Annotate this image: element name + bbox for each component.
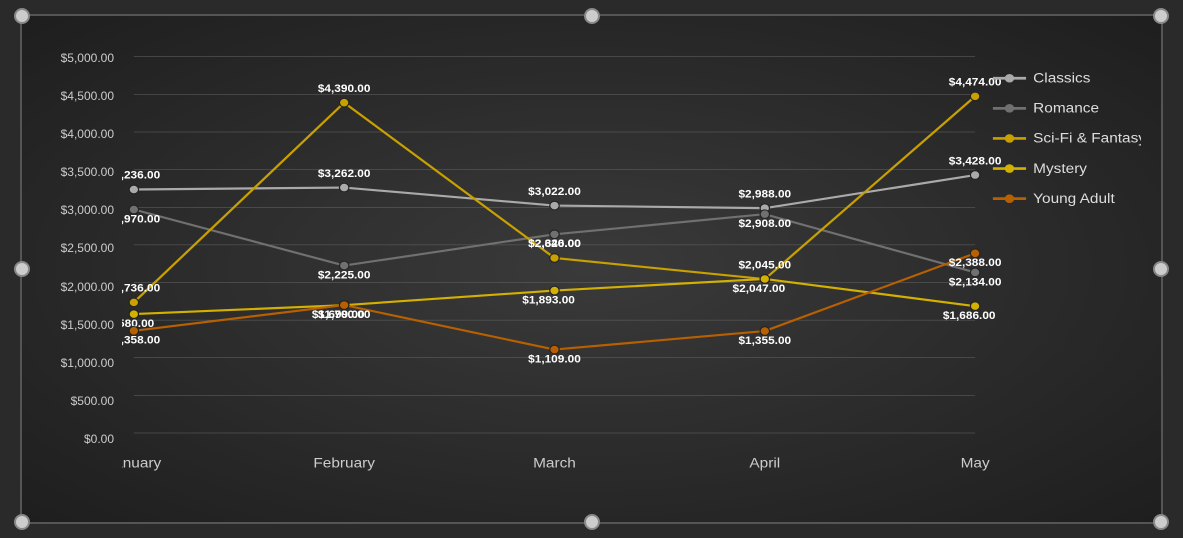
y-axis-label: $4,500.00 — [61, 89, 114, 103]
y-axis-label: $2,500.00 — [61, 241, 114, 255]
corner-mr — [1153, 261, 1169, 277]
svg-text:March: March — [533, 456, 576, 471]
y-axis-label: $5,000.00 — [61, 51, 114, 65]
svg-text:$1,109.00: $1,109.00 — [528, 354, 581, 365]
svg-text:$2,908.00: $2,908.00 — [738, 219, 791, 230]
svg-text:$2,326.00: $2,326.00 — [528, 239, 581, 250]
legend-label: Young Adult — [1033, 192, 1115, 207]
legend-label: Classics — [1033, 71, 1090, 86]
svg-text:$2,134.00: $2,134.00 — [949, 277, 1002, 288]
svg-text:$2,045.00: $2,045.00 — [738, 260, 791, 271]
svg-text:May: May — [961, 456, 991, 471]
corner-bm — [584, 514, 600, 530]
svg-text:$3,262.00: $3,262.00 — [318, 168, 371, 179]
corner-ml — [14, 261, 30, 277]
svg-text:$4,390.00: $4,390.00 — [318, 83, 371, 94]
svg-text:$3,022.00: $3,022.00 — [528, 186, 581, 197]
legend-label: Romance — [1033, 101, 1099, 116]
y-axis-label: $4,000.00 — [61, 127, 114, 141]
y-axis-label: $3,000.00 — [61, 203, 114, 217]
svg-text:$1,700.00: $1,700.00 — [318, 309, 371, 320]
y-axis-label: $500.00 — [71, 394, 114, 408]
y-axis-label: $3,500.00 — [61, 165, 114, 179]
legend-label: Mystery — [1033, 161, 1088, 176]
corner-tm — [584, 8, 600, 24]
svg-text:February: February — [313, 456, 375, 471]
chart-container: $5,000.00 $4,500.00 $4,000.00 $3,500.00 $3,0… — [20, 14, 1163, 524]
corner-bl — [14, 514, 30, 530]
chart-area: January February March April May $3,236.00 $3,… — [122, 46, 1141, 476]
svg-text:$3,428.00: $3,428.00 — [949, 156, 1002, 167]
svg-text:$2,970.00: $2,970.00 — [122, 214, 160, 225]
chart-inner: $5,000.00 $4,500.00 $4,000.00 $3,500.00 $3,0… — [42, 46, 1141, 476]
svg-text:April: April — [749, 456, 780, 471]
svg-text:$2,225.00: $2,225.00 — [318, 270, 371, 281]
legend-label: Sci-Fi & Fantasy — [1033, 131, 1141, 146]
svg-text:$2,388.00: $2,388.00 — [949, 258, 1002, 269]
y-axis-label: $2,000.00 — [61, 280, 114, 294]
svg-text:$1,358.00: $1,358.00 — [122, 335, 160, 346]
svg-text:$1,893.00: $1,893.00 — [522, 295, 575, 306]
svg-text:$3,236.00: $3,236.00 — [122, 170, 160, 181]
svg-text:$1,355.00: $1,355.00 — [738, 335, 791, 346]
svg-text:$2,988.00: $2,988.00 — [738, 189, 791, 200]
corner-br — [1153, 514, 1169, 530]
svg-text:$2,047.00: $2,047.00 — [733, 283, 786, 294]
corner-tl — [14, 8, 30, 24]
y-axis-label: $1,000.00 — [61, 356, 114, 370]
corner-tr — [1153, 8, 1169, 24]
chart-svg: January February March April May $3,236.00 $3,… — [122, 46, 1141, 476]
svg-text:$1,686.00: $1,686.00 — [943, 310, 996, 321]
y-axis: $5,000.00 $4,500.00 $4,000.00 $3,500.00 $3,0… — [42, 46, 122, 476]
y-axis-label: $1,500.00 — [61, 318, 114, 332]
svg-text:$1,736.00: $1,736.00 — [122, 283, 160, 294]
y-axis-label: $0.00 — [84, 432, 114, 446]
svg-text:January: January — [122, 456, 162, 471]
